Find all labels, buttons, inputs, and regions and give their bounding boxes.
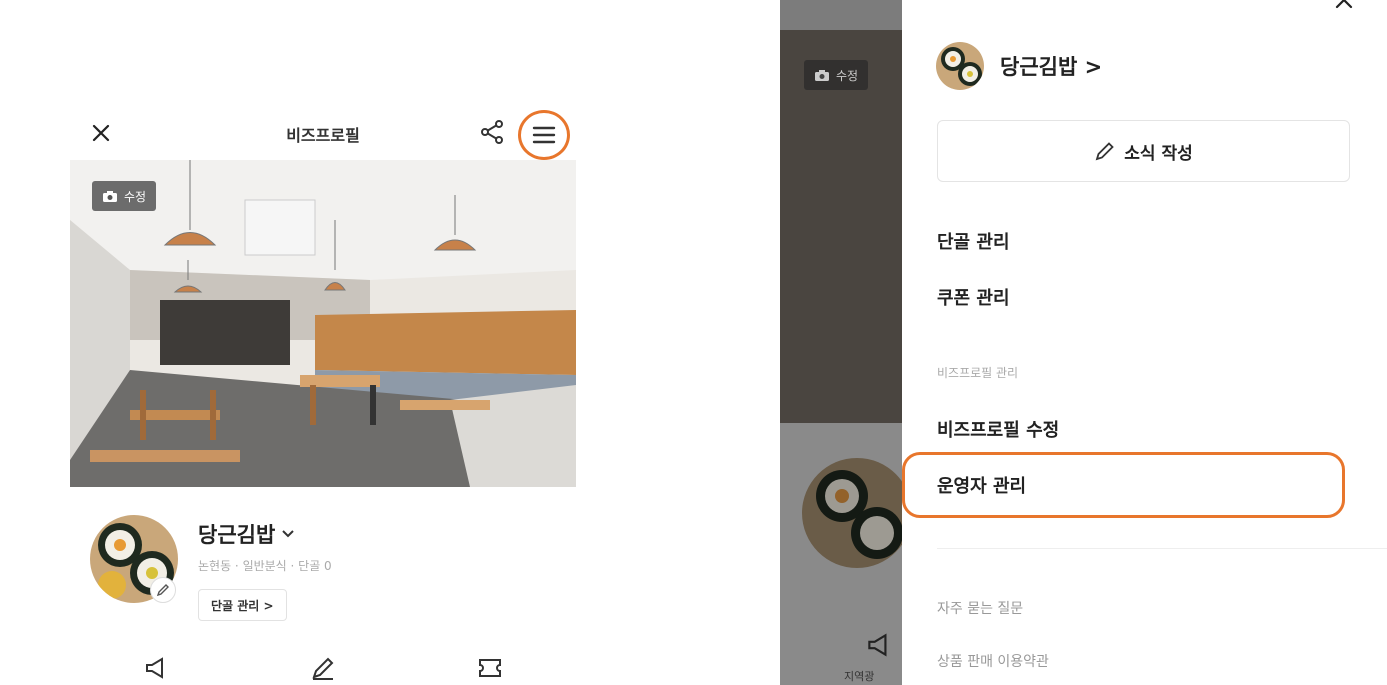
divider bbox=[937, 548, 1387, 549]
menu-item-coupons[interactable]: 쿠폰 관리 bbox=[937, 284, 1010, 310]
regulars-manage-button[interactable]: 단골 관리 > bbox=[198, 589, 287, 621]
menu-item-edit-profile[interactable]: 비즈프로필 수정 bbox=[937, 416, 1059, 442]
dimmed-ad-label: 지역광 bbox=[844, 670, 875, 683]
profile-section: 당근김밥 논현동 · 일반분식 · 단골 0 단골 관리 > bbox=[90, 515, 570, 625]
kimbap-image bbox=[802, 458, 902, 568]
avatar-edit-button[interactable] bbox=[150, 577, 176, 603]
dimmed-photo-edit-label: 수정 bbox=[836, 68, 859, 83]
shop-meta: 논현동 · 일반분식 · 단골 0 bbox=[198, 559, 332, 573]
megaphone-icon bbox=[146, 657, 163, 679]
camera-icon bbox=[103, 190, 117, 202]
write-news-button[interactable]: 소식 작성 bbox=[937, 120, 1350, 182]
camera-icon bbox=[815, 69, 829, 81]
write-button[interactable] bbox=[309, 654, 337, 682]
section-label-biz-profile: 비즈프로필 관리 bbox=[937, 366, 1019, 380]
shop-name[interactable]: 당근김밥 bbox=[198, 519, 295, 549]
drawer-profile-link[interactable]: 당근김밥 > bbox=[936, 42, 1102, 90]
pencil-icon bbox=[156, 584, 169, 597]
top-bar: 비즈프로필 bbox=[70, 108, 576, 160]
shop-name-label: 당근김밥 bbox=[198, 523, 276, 547]
drawer-close-button[interactable] bbox=[1332, 0, 1356, 12]
cover-photo: 수정 bbox=[70, 160, 576, 487]
faq-link[interactable]: 자주 묻는 질문 bbox=[937, 598, 1023, 618]
coupon-icon bbox=[479, 659, 501, 677]
highlight-annotation bbox=[902, 452, 1345, 518]
megaphone-icon bbox=[868, 633, 887, 657]
ad-button[interactable] bbox=[142, 654, 170, 682]
side-menu-drawer: 당근김밥 > 소식 작성 단골 관리 쿠폰 관리 비즈프로필 관리 비즈프로필 … bbox=[902, 0, 1387, 685]
menu-item-regulars[interactable]: 단골 관리 bbox=[937, 228, 1010, 254]
close-icon bbox=[1335, 0, 1353, 9]
photo-edit-button[interactable]: 수정 bbox=[92, 181, 157, 211]
hamburger-menu-button[interactable] bbox=[518, 110, 570, 160]
coupon-button[interactable] bbox=[476, 654, 504, 682]
dimmed-top-bar bbox=[780, 0, 902, 30]
hamburger-menu-icon bbox=[532, 126, 556, 144]
dimmed-background[interactable]: 수정 지역광 bbox=[780, 0, 902, 685]
pencil-icon bbox=[1095, 142, 1115, 161]
write-news-label: 소식 작성 bbox=[1124, 143, 1193, 164]
side-menu-screen: 수정 지역광 당근김밥 > 소식 작성 단골 관리 쿠폰 관리 비즈프로필 관리… bbox=[780, 0, 1387, 685]
drawer-shop-name: 당근김밥 > bbox=[1000, 55, 1103, 79]
dimmed-avatar bbox=[802, 458, 902, 568]
kimbap-image bbox=[936, 42, 984, 90]
dimmed-photo: 수정 bbox=[780, 30, 902, 423]
dimmed-photo-edit: 수정 bbox=[804, 60, 869, 90]
share-button[interactable] bbox=[478, 118, 506, 146]
share-icon bbox=[481, 120, 503, 144]
terms-link[interactable]: 상품 판매 이용약관 bbox=[937, 651, 1049, 671]
biz-profile-screen: 비즈프로필 수정 당근김밥 논현동 · 일반분식 · 단골 0 단골 관리 > bbox=[0, 0, 640, 685]
photo-edit-label: 수정 bbox=[124, 189, 147, 204]
chevron-down-icon bbox=[282, 530, 294, 538]
drawer-avatar bbox=[936, 42, 984, 90]
pencil-icon bbox=[312, 657, 334, 680]
action-bar bbox=[70, 650, 576, 685]
